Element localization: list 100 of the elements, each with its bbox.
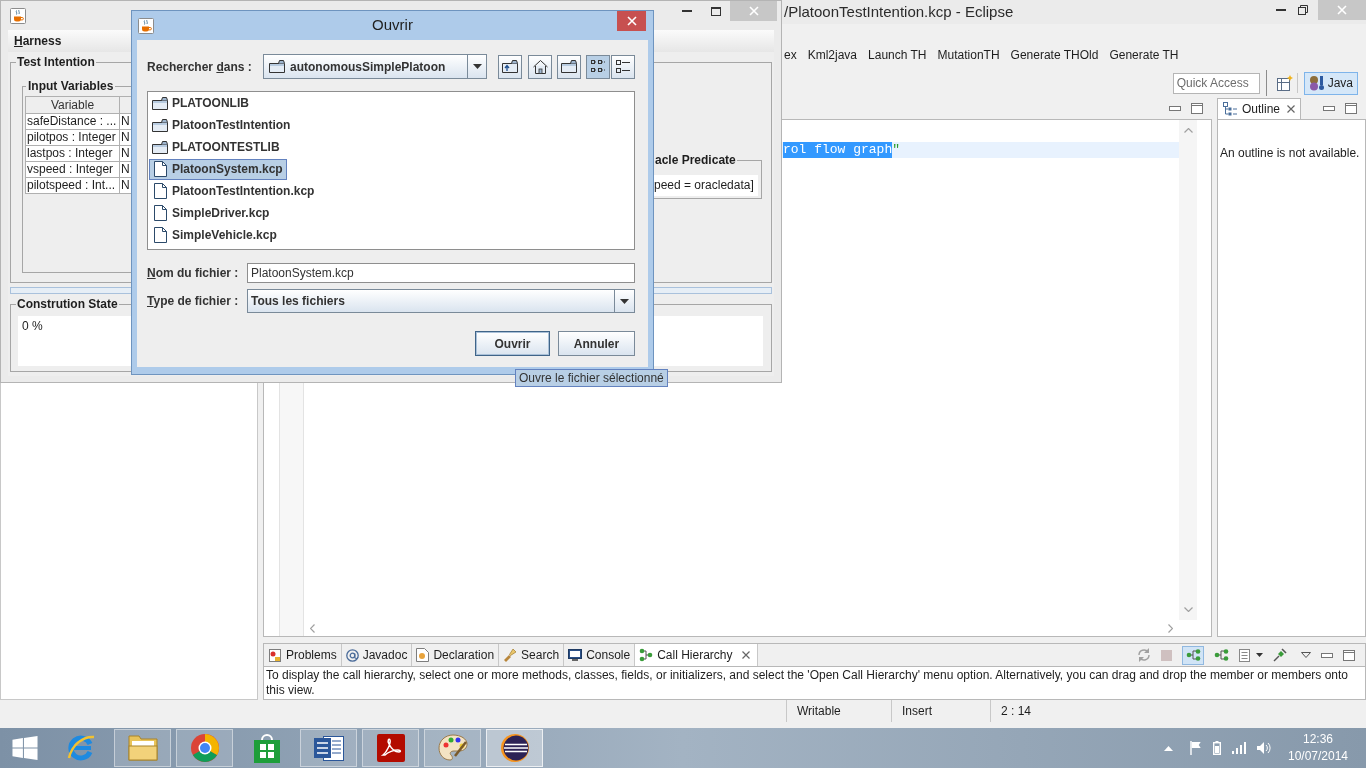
node-tree-icon[interactable] <box>1214 649 1229 661</box>
table-cell: vspeed : Integer <box>25 162 120 178</box>
chevron-down-icon[interactable] <box>1183 607 1193 612</box>
file-list-item[interactable]: SimpleVehicle.kcp <box>149 224 281 246</box>
perspective-icon <box>1308 75 1325 91</box>
flashlight-icon <box>503 648 518 662</box>
file-list-item[interactable]: PlatoonTestIntention.kcp <box>149 180 319 202</box>
perspective-button[interactable]: Java <box>1303 71 1358 95</box>
toolbar-button[interactable]: MutationTH <box>937 47 1000 63</box>
toggle-button[interactable] <box>1182 645 1204 665</box>
pin-icon[interactable] <box>1273 648 1287 662</box>
toolbar-button[interactable]: Generate TH <box>1109 47 1179 63</box>
start-icon[interactable] <box>12 736 38 760</box>
shopping-bag-icon[interactable] <box>253 733 280 763</box>
folder-icon <box>127 735 158 761</box>
node-tree-icon <box>1185 649 1201 661</box>
toolbar-button[interactable] <box>498 54 522 79</box>
dialog-button[interactable]: Annuler <box>558 331 635 356</box>
file-type-dropdown[interactable]: Tous les fichiers <box>247 289 635 313</box>
file-list-item[interactable]: PLATOONLIB <box>149 92 253 114</box>
document-icon <box>416 648 430 662</box>
file-list-item[interactable]: PlatoonTestIntention <box>149 114 295 136</box>
folder-up-icon <box>502 60 518 73</box>
group-title: Input Variables <box>27 79 115 93</box>
file-list-item[interactable]: SimpleDriver.kcp <box>149 202 274 224</box>
cup-icon <box>138 18 154 34</box>
close-icon[interactable] <box>1287 105 1296 113</box>
toolbar-button[interactable]: Kml2java <box>807 47 858 63</box>
look-in-dropdown[interactable]: autonomousSimplePlatoon <box>263 54 487 79</box>
home-icon <box>532 59 548 74</box>
chevron-up-icon[interactable] <box>1183 128 1193 133</box>
toolbar-button[interactable] <box>557 54 581 79</box>
column-header: Variable <box>25 96 120 114</box>
speaker-icon[interactable] <box>1257 742 1271 754</box>
clock-date: 10/07/2014 <box>1287 748 1349 765</box>
file-icon <box>153 227 167 243</box>
toolbar-button[interactable]: Launch TH <box>868 47 927 63</box>
table-cell: pilotspeed : Int... <box>25 178 120 194</box>
toolbar-button[interactable]: ex <box>784 47 797 63</box>
taskbar-button[interactable] <box>486 729 543 767</box>
document-icon <box>313 733 344 763</box>
close-button[interactable] <box>617 11 646 31</box>
file-icon <box>153 161 167 177</box>
restore-icon[interactable] <box>1298 5 1308 15</box>
close-icon <box>1337 5 1347 15</box>
close-icon[interactable] <box>741 651 750 659</box>
outline-message: An outline is not available. <box>1220 146 1361 161</box>
file-list-item[interactable]: PLATOONTESTLIB <box>149 136 284 158</box>
dialog-button[interactable]: Ouvrir <box>475 331 550 356</box>
round-logo-icon <box>189 733 220 763</box>
folder-icon <box>561 60 577 73</box>
group-title: Test Intention <box>16 55 96 69</box>
list-view-icon <box>591 59 605 74</box>
details-view-icon <box>616 59 630 74</box>
table-cell: safeDistance : ... <box>25 114 120 130</box>
file-list-item[interactable]: PlatoonSystem.kcp <box>149 158 287 180</box>
file-name-field[interactable]: PlatoonSystem.kcp <box>247 263 635 283</box>
vertical-scrollbar[interactable] <box>1179 120 1197 620</box>
toolbar-button[interactable]: Generate THOld <box>1010 47 1099 63</box>
menu-item[interactable]: Harness <box>8 33 68 49</box>
status-field: Insert <box>891 700 990 722</box>
refresh-icon[interactable] <box>1137 648 1151 662</box>
view-message: To display the call hierarchy, select one or more methods, classes, fields, or initializers, and select the 'Open Call Hierarchy' menu option. Alternatively, you can drag and drop the member or members onto this view. <box>266 668 1349 698</box>
view-tab[interactable]: Outline <box>1217 98 1302 119</box>
quick-access-field[interactable]: Quick Access <box>1172 72 1260 94</box>
clock-time: 12:36 <box>1303 731 1333 748</box>
maximize-icon[interactable] <box>710 6 721 16</box>
battery-icon[interactable] <box>1213 741 1221 755</box>
caret-down-icon[interactable] <box>1301 652 1311 658</box>
table-cell: N <box>120 114 132 130</box>
field-label: Nom du fichier : <box>147 265 240 282</box>
grid-sparkle-icon[interactable] <box>1276 75 1293 91</box>
field-label: Type de fichier : <box>147 293 240 310</box>
clipboard-icon <box>268 648 282 662</box>
signal-bars-icon[interactable] <box>1232 742 1246 754</box>
toolbar-button[interactable] <box>528 54 552 79</box>
minimize-icon[interactable] <box>681 10 692 12</box>
taskbar-button[interactable] <box>300 729 357 767</box>
palette-icon <box>437 734 468 762</box>
list-icon[interactable] <box>1239 648 1250 662</box>
window-title: /PlatoonTestIntention.kcp - Eclipse <box>784 3 1014 21</box>
folder-icon <box>152 140 168 154</box>
flag-icon[interactable] <box>1190 741 1202 755</box>
view-mode-button[interactable] <box>586 54 610 79</box>
caret-down-icon <box>1256 653 1263 657</box>
view-tab[interactable]: Call Hierarchy <box>635 644 758 666</box>
folder-icon <box>269 60 285 73</box>
caret-up-icon[interactable] <box>1164 745 1173 751</box>
folder-icon <box>152 118 168 132</box>
table-cell: N <box>120 130 132 146</box>
field-label: Rechercher dans : <box>147 58 253 76</box>
table-cell: pilotpos : Integer <box>25 130 120 146</box>
node-tree-icon <box>639 648 654 662</box>
chevron-right-icon[interactable] <box>1168 623 1173 633</box>
table-cell: N <box>120 162 132 178</box>
chevron-left-icon[interactable] <box>310 623 315 633</box>
view-mode-button[interactable] <box>611 54 635 79</box>
file-icon <box>153 183 167 199</box>
caret-down-icon <box>472 64 482 69</box>
group-title: acle Predicate <box>654 153 737 167</box>
